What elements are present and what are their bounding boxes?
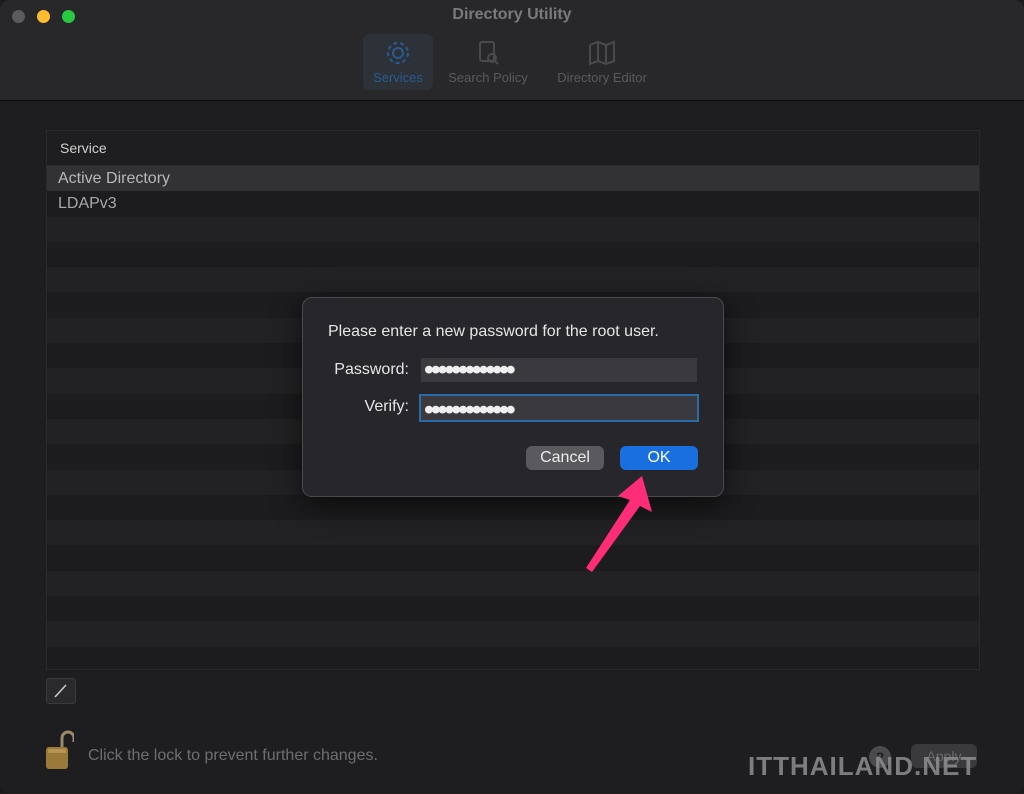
map-icon <box>589 40 615 66</box>
empty-row <box>47 596 979 621</box>
tab-services-label: Services <box>373 70 423 85</box>
table-row[interactable]: LDAPv3 <box>47 191 979 216</box>
root-password-dialog: Please enter a new password for the root… <box>302 297 724 497</box>
empty-row <box>47 647 979 669</box>
lock-status-text: Click the lock to prevent further change… <box>88 747 378 764</box>
watermark: ITTHAILAND.NET <box>748 751 978 781</box>
pencil-icon <box>54 684 67 698</box>
titlebar: Directory Utility Services Search Policy… <box>0 0 1024 101</box>
edit-service-button[interactable] <box>46 678 76 704</box>
empty-row <box>47 520 979 546</box>
verify-label: Verify: <box>364 398 409 415</box>
ok-button[interactable]: OK <box>620 446 698 470</box>
column-header-service[interactable]: Service <box>47 131 979 166</box>
unlocked-lock-icon[interactable] <box>44 729 74 773</box>
dialog-message: Please enter a new password for the root… <box>328 323 659 340</box>
tab-directory-editor[interactable]: Directory Editor <box>548 34 656 90</box>
tab-directory-editor-label: Directory Editor <box>557 70 647 85</box>
empty-row <box>47 495 979 520</box>
empty-row <box>47 570 979 597</box>
empty-row <box>47 545 979 570</box>
tab-services[interactable]: Services <box>363 34 433 90</box>
password-field[interactable]: ●●●●●●●●●●●●● <box>421 358 697 382</box>
table-row[interactable]: Active Directory <box>47 166 979 192</box>
empty-row <box>47 267 979 293</box>
pointer-arrow-annotation <box>586 476 652 572</box>
gear-icon <box>387 42 409 64</box>
tab-search-policy[interactable]: Search Policy <box>442 34 534 90</box>
window-title: Directory Utility <box>452 6 572 23</box>
empty-row <box>47 216 979 242</box>
empty-row <box>47 621 979 647</box>
directory-utility-window: Directory Utility Services Search Policy… <box>0 0 1024 794</box>
password-label: Password: <box>334 361 409 378</box>
verify-field[interactable]: ●●●●●●●●●●●●● <box>419 394 699 422</box>
cancel-button[interactable]: Cancel <box>526 446 604 470</box>
tab-search-policy-label: Search Policy <box>448 70 528 85</box>
document-search-icon <box>479 41 499 65</box>
empty-row <box>47 242 979 267</box>
